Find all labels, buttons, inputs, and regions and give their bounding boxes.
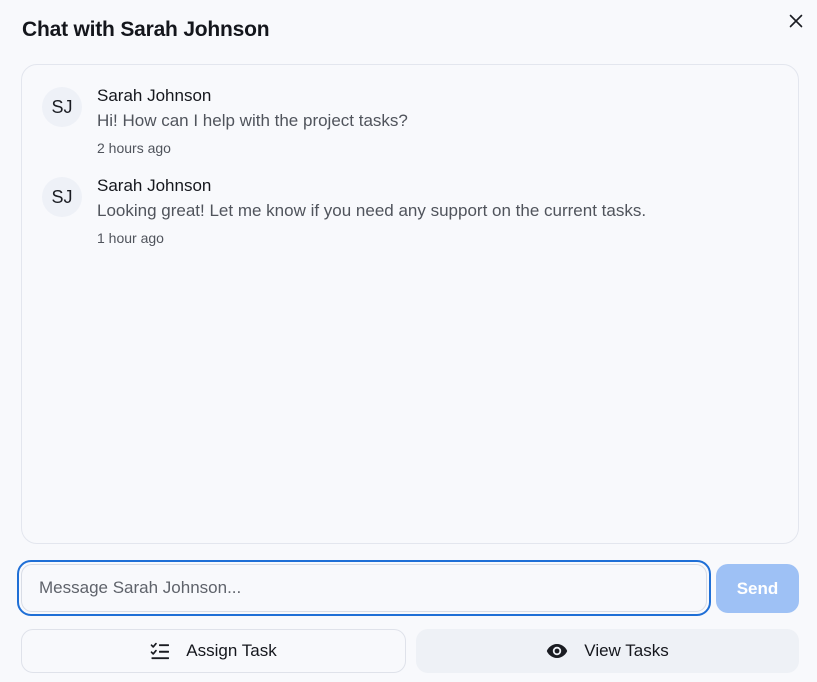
message-text: Hi! How can I help with the project task… <box>97 111 408 130</box>
view-tasks-label: View Tasks <box>584 641 669 660</box>
task-list-icon <box>150 642 170 660</box>
message-item: SJ Sarah Johnson Hi! How can I help with… <box>42 84 408 158</box>
view-tasks-button[interactable]: View Tasks <box>416 629 799 673</box>
message-timestamp: 2 hours ago <box>97 140 171 156</box>
assign-task-button[interactable]: Assign Task <box>21 629 406 673</box>
message-sender: Sarah Johnson <box>97 86 212 105</box>
dialog-title: Chat with Sarah Johnson <box>22 18 270 41</box>
avatar: SJ <box>42 87 82 127</box>
message-timestamp: 1 hour ago <box>97 230 164 246</box>
eye-icon <box>546 643 568 659</box>
message-item: SJ Sarah Johnson Looking great! Let me k… <box>42 174 646 248</box>
message-body: Sarah Johnson Looking great! Let me know… <box>97 174 646 248</box>
avatar: SJ <box>42 177 82 217</box>
message-body: Sarah Johnson Hi! How can I help with th… <box>97 84 408 158</box>
message-sender: Sarah Johnson <box>97 176 212 195</box>
chat-dialog: Chat with Sarah Johnson SJ Sarah Johnson… <box>0 0 817 682</box>
close-button[interactable] <box>785 10 807 32</box>
message-list[interactable]: SJ Sarah Johnson Hi! How can I help with… <box>21 64 799 544</box>
message-input[interactable] <box>22 565 706 611</box>
message-text: Looking great! Let me know if you need a… <box>97 201 647 220</box>
message-input-wrapper <box>17 560 711 616</box>
assign-task-label: Assign Task <box>186 641 277 660</box>
close-icon <box>789 14 803 28</box>
message-input-box <box>21 564 707 612</box>
send-button[interactable]: Send <box>716 564 799 613</box>
